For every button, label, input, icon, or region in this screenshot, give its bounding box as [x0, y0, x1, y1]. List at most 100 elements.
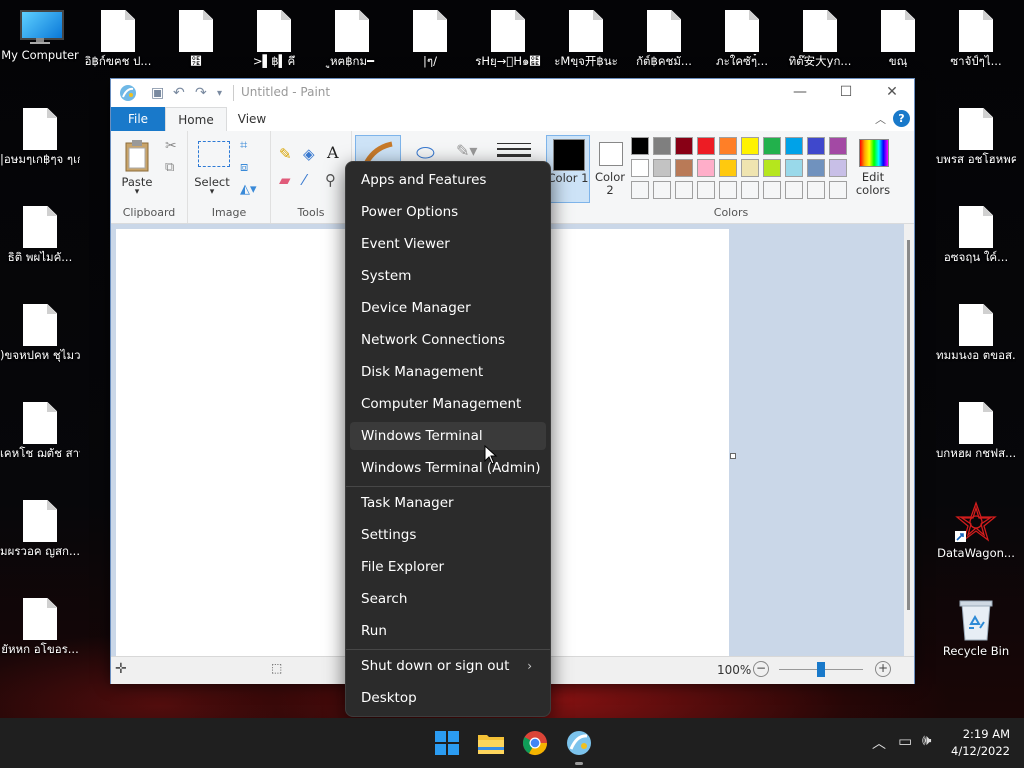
- desktop-icon-file[interactable]: กัต์฿คชมั...: [624, 10, 704, 68]
- palette-swatch[interactable]: [631, 159, 649, 177]
- color1-button[interactable]: Color 1: [546, 135, 590, 203]
- desktop-icon-file[interactable]: ยัหหก อโขอร...: [0, 598, 80, 656]
- menu-item-apps-and-features[interactable]: Apps and Features: [350, 166, 546, 194]
- chrome-icon[interactable]: [519, 727, 551, 759]
- desktop-icon-file[interactable]: บกหฮผ กชฟส...: [936, 402, 1016, 460]
- eraser-icon[interactable]: ▰: [279, 171, 291, 189]
- desktop-icon-file[interactable]: มผรวอค ญสก...: [0, 500, 80, 558]
- desktop-icon-file[interactable]: อิ฿ก์ฃฅช ป...: [78, 10, 158, 68]
- desktop-icon-file[interactable]: ธิติ พผไมคั...: [0, 206, 80, 264]
- desktop-icon-file[interactable]: >▌฿▍คึ: [234, 10, 314, 68]
- fill-icon[interactable]: ◈: [303, 145, 315, 163]
- menu-item-search[interactable]: Search: [350, 585, 546, 613]
- network-icon[interactable]: ▭: [898, 732, 912, 750]
- menu-item-device-manager[interactable]: Device Manager: [350, 294, 546, 322]
- desktop-icon-file[interactable]: ภะใคซัๆ๋...: [702, 10, 782, 68]
- palette-swatch[interactable]: [829, 137, 847, 155]
- customize-toolbar-icon[interactable]: ▾: [217, 88, 222, 99]
- close-button[interactable]: ✕: [869, 79, 915, 107]
- palette-swatch[interactable]: [785, 159, 803, 177]
- palette-swatch[interactable]: [675, 159, 693, 177]
- palette-swatch[interactable]: [697, 137, 715, 155]
- menu-item-run[interactable]: Run: [350, 617, 546, 645]
- paste-icon[interactable]: [123, 139, 155, 173]
- menu-item-network-connections[interactable]: Network Connections: [350, 326, 546, 354]
- menu-item-disk-management[interactable]: Disk Management: [350, 358, 546, 386]
- palette-swatch[interactable]: [829, 181, 847, 199]
- desktop-icon-file[interactable]: ๾: [156, 10, 236, 68]
- palette-swatch[interactable]: [829, 159, 847, 177]
- zoom-in-button[interactable]: +: [875, 661, 891, 677]
- palette-swatch[interactable]: [631, 181, 649, 199]
- desktop-icon-file[interactable]: |ๆ/: [390, 10, 470, 68]
- desktop-icon-file[interactable]: ทิต๊安大yก...: [780, 10, 860, 68]
- copy-icon[interactable]: ⧉: [165, 160, 174, 175]
- file-explorer-icon[interactable]: [475, 727, 507, 759]
- edit-colors-button[interactable]: Edit colors: [853, 135, 893, 201]
- system-clock[interactable]: 2:19 AM 4/12/2022: [951, 726, 1010, 760]
- palette-swatch[interactable]: [741, 181, 759, 199]
- volume-icon[interactable]: 🕪: [922, 731, 931, 749]
- desktop-icon-file[interactable]: บพรส อชโฮหพค...: [936, 108, 1016, 166]
- palette-swatch[interactable]: [675, 137, 693, 155]
- palette-swatch[interactable]: [763, 137, 781, 155]
- menu-item-power-options[interactable]: Power Options: [350, 198, 546, 226]
- resize-icon[interactable]: ⧈: [240, 160, 248, 175]
- desktop-icon-file[interactable]: อซจฤน ใค์...: [936, 206, 1016, 264]
- crop-icon[interactable]: ⌗: [240, 138, 247, 153]
- vertical-scrollbar[interactable]: [904, 224, 914, 656]
- cut-icon[interactable]: ✂: [165, 138, 177, 154]
- desktop-icon-file[interactable]: ูหฅ฿กม━: [312, 10, 392, 68]
- palette-swatch[interactable]: [785, 137, 803, 155]
- start-icon[interactable]: [431, 727, 463, 759]
- palette-swatch[interactable]: [741, 159, 759, 177]
- menu-item-shut-down-or-sign-out[interactable]: Shut down or sign out ›: [350, 652, 546, 680]
- maximize-button[interactable]: ☐: [823, 79, 869, 107]
- palette-swatch[interactable]: [741, 137, 759, 155]
- scroll-thumb[interactable]: [907, 240, 910, 610]
- palette-swatch[interactable]: [807, 159, 825, 177]
- desktop-icon-file[interactable]: )ขจหปคห ชุไมวส...: [0, 304, 80, 362]
- desktop-icon-file[interactable]: ขณฺ: [858, 10, 938, 68]
- zoom-slider-thumb[interactable]: [817, 662, 825, 677]
- menu-item-settings[interactable]: Settings: [350, 521, 546, 549]
- palette-swatch[interactable]: [719, 137, 737, 155]
- chevron-up-icon[interactable]: ︿: [872, 733, 886, 753]
- magnifier-icon[interactable]: ⚲: [325, 171, 336, 189]
- undo-icon[interactable]: ↶: [173, 85, 185, 101]
- menu-item-windows-terminal[interactable]: Windows Terminal: [350, 422, 546, 450]
- palette-swatch[interactable]: [763, 181, 781, 199]
- palette-swatch[interactable]: [807, 137, 825, 155]
- select-icon[interactable]: [198, 141, 230, 167]
- menu-item-windows-terminal-admin[interactable]: Windows Terminal (Admin): [350, 454, 546, 482]
- menu-item-event-viewer[interactable]: Event Viewer: [350, 230, 546, 258]
- paint-icon[interactable]: [563, 727, 595, 759]
- desktop-icon-file[interactable]: ะMขฺจ开฿นะ: [546, 10, 626, 68]
- palette-swatch[interactable]: [807, 181, 825, 199]
- rotate-icon[interactable]: ◭▾: [240, 182, 257, 197]
- palette-swatch[interactable]: [653, 159, 671, 177]
- menu-item-task-manager[interactable]: Task Manager: [350, 489, 546, 517]
- resize-handle[interactable]: [730, 453, 736, 459]
- title-bar[interactable]: ▣ ↶ ↷ ▾ Untitled - Paint — ☐ ✕: [111, 79, 914, 107]
- tab-file[interactable]: File: [111, 107, 165, 131]
- chevron-down-icon[interactable]: ▾: [117, 187, 157, 197]
- help-icon[interactable]: ?: [893, 110, 910, 127]
- desktop-icon-file[interactable]: |อษมๆเก฿ๆจ ๆเก฿ๆจ: [0, 108, 80, 166]
- palette-swatch[interactable]: [653, 137, 671, 155]
- color2-button[interactable]: Color 2: [591, 135, 629, 201]
- text-icon[interactable]: A: [327, 143, 339, 162]
- menu-item-desktop[interactable]: Desktop: [350, 684, 546, 712]
- desktop-icon-file[interactable]: เคหโช ฌตัช สาบ฿...: [0, 402, 80, 460]
- palette-swatch[interactable]: [785, 181, 803, 199]
- palette-swatch[interactable]: [653, 181, 671, 199]
- menu-item-computer-management[interactable]: Computer Management: [350, 390, 546, 418]
- palette-swatch[interactable]: [719, 181, 737, 199]
- palette-swatch[interactable]: [631, 137, 649, 155]
- desktop-icon-file[interactable]: ทมมนงอ ตขอส...: [936, 304, 1016, 362]
- palette-swatch[interactable]: [719, 159, 737, 177]
- outline-icon[interactable]: ✎▾: [456, 141, 477, 160]
- pencil-icon[interactable]: ✎: [279, 145, 292, 163]
- desktop-icon-datawagon[interactable]: DataWagon...: [936, 500, 1016, 560]
- tab-view[interactable]: View: [227, 107, 277, 131]
